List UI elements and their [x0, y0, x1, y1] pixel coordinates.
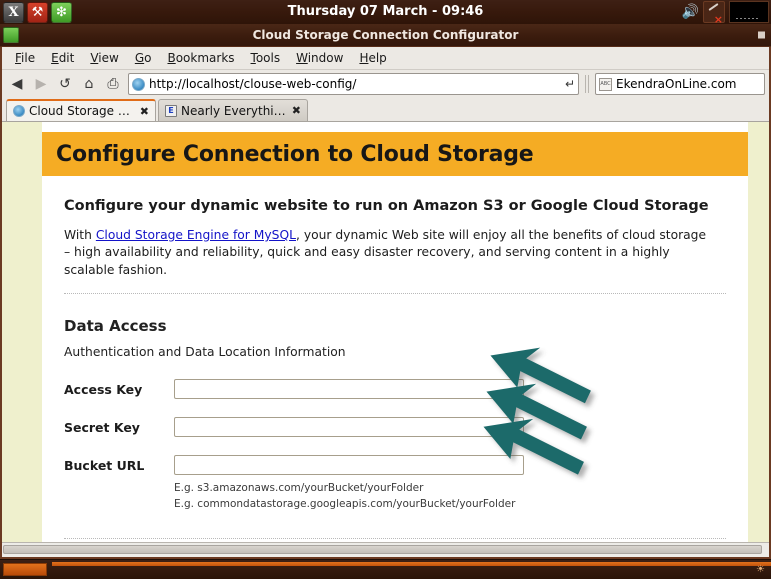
- hint-amazon: E.g. s3.amazonaws.com/yourBucket/yourFol…: [174, 482, 424, 495]
- tab-favicon-icon: [13, 105, 25, 117]
- network-disconnected-icon[interactable]: [703, 1, 725, 25]
- menu-tools-rest: ools: [255, 51, 281, 65]
- hint-google: E.g. commondatastorage.googleapis.com/yo…: [174, 497, 516, 510]
- cloud-storage-engine-link[interactable]: Cloud Storage Engine for MySQL: [96, 228, 296, 242]
- intro-heading: Configure your dynamic website to run on…: [64, 198, 709, 214]
- menu-edit[interactable]: Edit: [44, 49, 81, 67]
- search-engine-icon[interactable]: ABC: [599, 77, 612, 91]
- toolbar-grip[interactable]: [585, 75, 591, 93]
- form-row-access-key: Access Key: [64, 379, 726, 400]
- access-key-label: Access Key: [64, 381, 143, 397]
- page-favicon-icon: [132, 77, 145, 91]
- browser-menubar: File Edit View Go Bookmarks Tools Window…: [2, 47, 769, 70]
- url-bar[interactable]: http://localhost/clouse-web-config/ ↵: [128, 73, 579, 95]
- intro-paragraph: With Cloud Storage Engine for MySQL, you…: [64, 227, 714, 279]
- tab-nearly-everything[interactable]: E Nearly Everythin... ✖: [158, 99, 308, 121]
- network-launcher-icon[interactable]: ❇: [51, 1, 72, 23]
- application-window: Cloud Storage Connection Configurator Fi…: [0, 24, 771, 559]
- print-icon[interactable]: ⎙: [102, 73, 124, 95]
- access-key-input[interactable]: [174, 379, 524, 400]
- scrollbar-thumb[interactable]: [3, 545, 763, 554]
- form-row-secret-key: Secret Key: [64, 417, 726, 438]
- form-row-bucket-url: Bucket URL: [64, 455, 726, 476]
- desktop-taskbar: ☀: [0, 559, 771, 579]
- search-input[interactable]: EkendraOnLine.com: [616, 77, 737, 91]
- tools-launcher-icon[interactable]: ⚒: [27, 1, 48, 23]
- menu-window[interactable]: Window: [289, 49, 350, 67]
- menu-file[interactable]: File: [8, 49, 42, 67]
- desktop-top-panel: X ⚒ ❇ Thursday 07 March - 09:46 🔊: [0, 0, 771, 25]
- divider: [64, 293, 726, 295]
- horizontal-scrollbar[interactable]: [2, 542, 769, 557]
- menu-bookmarks-rest: ookmarks: [175, 51, 235, 65]
- menu-bookmarks[interactable]: Bookmarks: [160, 49, 241, 67]
- terminal-launcher-icon[interactable]: X: [3, 1, 24, 23]
- web-page-content: Configure Connection to Cloud Storage Co…: [42, 122, 748, 542]
- secret-key-label: Secret Key: [64, 419, 140, 435]
- tab-cloud-storage[interactable]: Cloud Storage C... ✖: [6, 99, 156, 121]
- tab-label: Nearly Everythin...: [181, 103, 288, 118]
- page-banner: Configure Connection to Cloud Storage: [42, 132, 748, 176]
- menu-tools[interactable]: Tools: [244, 49, 288, 67]
- menu-file-rest: ile: [21, 51, 36, 65]
- window-title: Cloud Storage Connection Configurator: [252, 28, 519, 42]
- taskbar-strip: [52, 562, 771, 566]
- tab-close-icon[interactable]: ✖: [140, 105, 149, 118]
- panel-system-tray: 🔊: [682, 0, 769, 25]
- taskbar-tray-icon[interactable]: ☀: [756, 564, 765, 575]
- browser-chrome: File Edit View Go Bookmarks Tools Window…: [0, 47, 771, 559]
- divider: [64, 537, 726, 540]
- page-title: Configure Connection to Cloud Storage: [56, 141, 534, 167]
- panel-launcher-group: X ⚒ ❇: [0, 1, 72, 23]
- forward-icon[interactable]: ▶: [30, 73, 52, 95]
- panel-clock: Thursday 07 March - 09:46: [287, 4, 484, 19]
- url-input[interactable]: http://localhost/clouse-web-config/: [149, 77, 562, 91]
- menu-edit-rest: dit: [58, 51, 75, 65]
- menu-view-rest: iew: [98, 51, 119, 65]
- data-access-subheading: Authentication and Data Location Informa…: [64, 345, 346, 360]
- reload-icon[interactable]: ↺: [54, 73, 76, 95]
- menu-go-rest: o: [144, 51, 152, 65]
- taskbar-window-button[interactable]: [3, 563, 47, 576]
- tab-strip: Cloud Storage C... ✖ E Nearly Everythin.…: [2, 98, 769, 122]
- back-icon[interactable]: ◀: [6, 73, 28, 95]
- bucket-url-hints: E.g. s3.amazonaws.com/yourBucket/yourFol…: [174, 481, 726, 511]
- tab-close-icon[interactable]: ✖: [292, 104, 301, 117]
- home-icon[interactable]: ⌂: [78, 73, 100, 95]
- menu-help-rest: elp: [368, 51, 387, 65]
- page-body: Configure your dynamic website to run on…: [42, 198, 748, 542]
- go-arrow-icon[interactable]: ↵: [562, 77, 575, 91]
- data-access-heading: Data Access: [64, 317, 167, 336]
- secret-key-input[interactable]: [174, 417, 524, 438]
- browser-toolbar: ◀ ▶ ↺ ⌂ ⎙ http://localhost/clouse-web-co…: [2, 70, 769, 98]
- window-minimize-button[interactable]: [758, 31, 765, 39]
- window-titlebar[interactable]: Cloud Storage Connection Configurator: [0, 24, 771, 47]
- page-viewport: Configure Connection to Cloud Storage Co…: [2, 122, 769, 542]
- volume-icon[interactable]: 🔊: [682, 5, 699, 19]
- bucket-url-label: Bucket URL: [64, 457, 145, 473]
- window-app-icon: [3, 27, 19, 43]
- search-bar[interactable]: ABC EkendraOnLine.com: [595, 73, 765, 95]
- intro-text-before: With: [64, 228, 96, 242]
- menu-help[interactable]: Help: [352, 49, 393, 67]
- menu-view[interactable]: View: [83, 49, 125, 67]
- bucket-url-input[interactable]: [174, 455, 524, 476]
- terminal-tray-icon[interactable]: [729, 1, 769, 23]
- menu-go[interactable]: Go: [128, 49, 159, 67]
- tab-label: Cloud Storage C...: [29, 104, 136, 118]
- menu-window-rest: indow: [307, 51, 344, 65]
- tab-favicon-icon: E: [165, 104, 177, 117]
